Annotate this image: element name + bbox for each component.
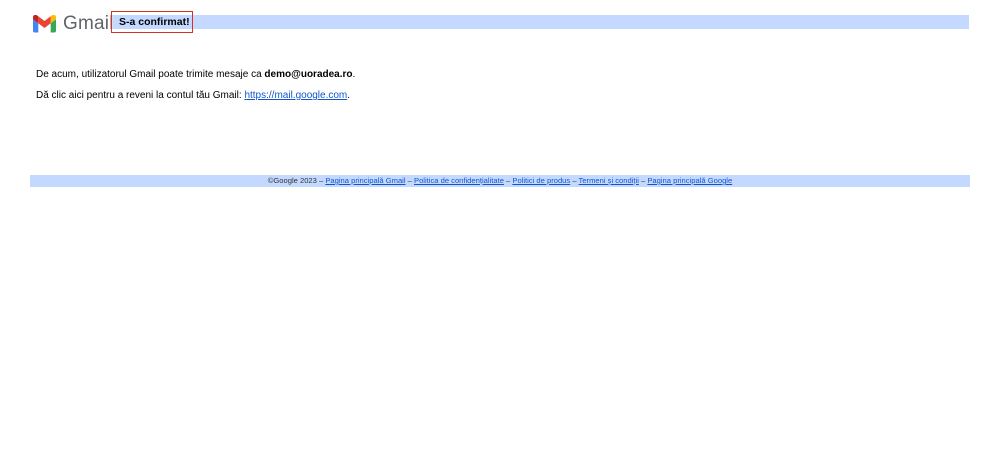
- confirmation-period: .: [352, 69, 356, 80]
- return-line: Dă clic aici pentru a reveni la contul t…: [36, 90, 355, 102]
- footer-link-google-home[interactable]: Pagina principală Google: [647, 176, 732, 185]
- footer-separator: –: [405, 176, 414, 185]
- header-bar: [113, 15, 969, 29]
- footer-link-policies[interactable]: Politici de produs: [512, 176, 570, 185]
- confirmation-line: De acum, utilizatorul Gmail poate trimit…: [36, 69, 355, 81]
- header: Gmail S-a confirmat!: [33, 11, 969, 37]
- footer-link-privacy[interactable]: Politica de confidențialitate: [414, 176, 504, 185]
- return-text: Dă clic aici pentru a reveni la contul t…: [36, 90, 245, 101]
- return-period: .: [347, 90, 351, 101]
- confirmed-email: demo@uoradea.ro: [264, 69, 353, 80]
- confirmation-text: De acum, utilizatorul Gmail poate trimit…: [36, 69, 265, 80]
- footer-link-terms[interactable]: Termeni și condiții: [579, 176, 639, 185]
- confirmation-content: De acum, utilizatorul Gmail poate trimit…: [36, 69, 355, 102]
- footer-link-gmail-home[interactable]: Pagina principală Gmail: [325, 176, 405, 185]
- status-message: S-a confirmat!: [119, 16, 190, 28]
- footer-copyright: ©Google 2023: [267, 176, 317, 185]
- footer: ©Google 2023 – Pagina principală Gmail –…: [30, 175, 970, 187]
- page: Gmail S-a confirmat! De acum, utilizator…: [0, 0, 1000, 460]
- logo-text: Gmail: [63, 13, 114, 34]
- gmail-link[interactable]: https://mail.google.com: [244, 90, 347, 101]
- gmail-logo-icon: [33, 15, 56, 33]
- footer-separator: –: [570, 176, 579, 185]
- gmail-logo[interactable]: Gmail: [33, 13, 114, 35]
